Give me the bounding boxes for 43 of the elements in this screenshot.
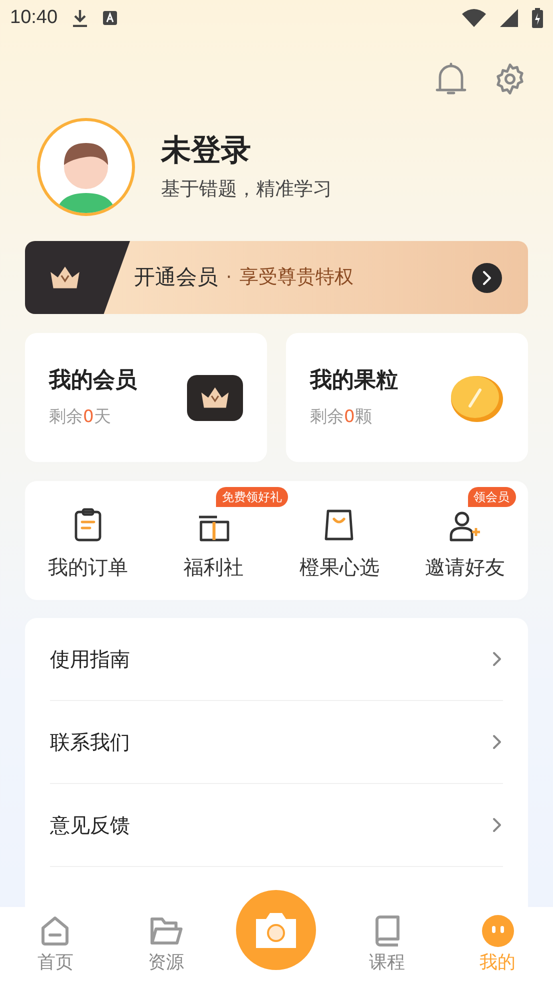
separator-dot: ·	[226, 266, 232, 290]
signal-icon	[500, 9, 518, 27]
menu-row[interactable]: 意见反馈	[50, 784, 503, 867]
vip-banner[interactable]: 开通会员 · 享受尊贵特权	[25, 241, 528, 314]
stat-card[interactable]: 我的果粒 剩余0颗	[286, 333, 528, 462]
vip-banner-title: 开通会员	[134, 264, 218, 291]
wifi-icon	[462, 9, 486, 27]
chevron-right-icon	[481, 270, 493, 286]
bell-icon	[435, 61, 467, 97]
app-notification-icon	[102, 10, 118, 26]
menu-row[interactable]: 使用指南	[50, 618, 503, 701]
promo-badge: 免费领好礼	[216, 486, 288, 506]
shopping-bag-icon	[323, 508, 356, 542]
shortcut-button[interactable]: 我的订单	[48, 508, 128, 582]
folder-icon	[148, 915, 183, 947]
smiley-face-icon	[482, 915, 514, 947]
home-icon	[39, 915, 72, 947]
username[interactable]: 未登录	[161, 136, 332, 166]
shortcut-button[interactable]: 橙果心选	[299, 508, 380, 582]
menu-label: 意见反馈	[50, 812, 130, 839]
chevron-right-icon	[491, 651, 503, 667]
card-title: 我的果粒	[310, 367, 399, 396]
tab-item[interactable]: 资源	[110, 915, 222, 976]
battery-icon	[532, 8, 543, 28]
tab-item[interactable]: 课程	[332, 915, 442, 976]
menu-label: 联系我们	[50, 729, 130, 756]
card-remaining: 剩余0天	[49, 406, 112, 430]
menu-row[interactable]: 联系我们	[50, 701, 503, 784]
vip-banner-subtitle: 享受尊贵特权	[240, 265, 354, 290]
stat-card[interactable]: 我的会员 剩余0天	[25, 333, 267, 462]
chevron-right-icon	[491, 817, 503, 833]
shortcut-button[interactable]: 邀请好友	[425, 508, 506, 582]
tab-item[interactable]: 首页	[0, 915, 111, 976]
menu-label: 使用指南	[50, 646, 130, 673]
chevron-right-icon	[491, 734, 503, 750]
shortcut-button[interactable]: 福利社	[184, 508, 244, 582]
card-title: 我的会员	[49, 367, 138, 396]
clipboard-icon	[72, 508, 103, 542]
promo-badge: 领会员	[468, 486, 516, 506]
status-time: 10:40	[10, 6, 58, 30]
profile-subtitle: 基于错题，精准学习	[161, 180, 332, 198]
download-icon	[72, 9, 88, 27]
card-remaining: 剩余0颗	[310, 406, 373, 430]
